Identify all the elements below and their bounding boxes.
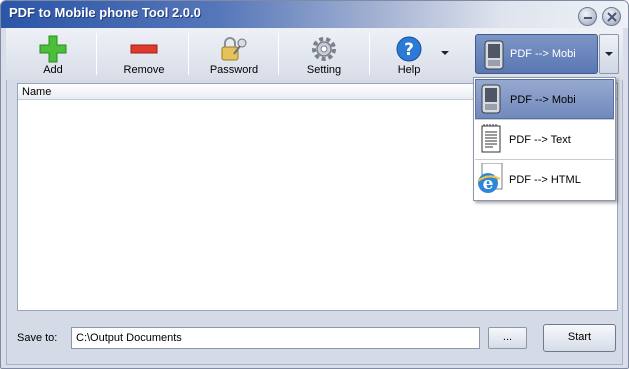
help-dropdown-arrow-icon[interactable] bbox=[441, 51, 449, 56]
save-to-path-input[interactable] bbox=[71, 327, 480, 349]
converter-dropdown-toggle[interactable] bbox=[599, 34, 619, 74]
window-title: PDF to Mobile phone Tool 2.0.0 bbox=[9, 5, 201, 20]
converter-selected-label: PDF --> Mobi bbox=[510, 48, 576, 60]
toolbar-separator bbox=[369, 33, 370, 75]
title-bar[interactable]: PDF to Mobile phone Tool 2.0.0 bbox=[1, 1, 628, 28]
minimize-button[interactable] bbox=[578, 7, 597, 26]
dropdown-item-text[interactable]: PDF --> Text bbox=[475, 120, 614, 160]
browse-button[interactable]: ... bbox=[488, 327, 527, 349]
setting-label: Setting bbox=[306, 64, 342, 76]
dropdown-item-label: PDF --> HTML bbox=[509, 174, 581, 186]
password-label: Password bbox=[209, 64, 259, 76]
setting-button[interactable]: Setting bbox=[296, 32, 352, 78]
phone-icon bbox=[484, 40, 504, 70]
ie-browser-icon: e bbox=[477, 163, 503, 194]
column-header-name[interactable]: Name bbox=[22, 86, 51, 98]
help-button[interactable]: ? Help bbox=[386, 32, 432, 78]
dropdown-item-html[interactable]: e PDF --> HTML bbox=[475, 160, 614, 200]
gear-icon bbox=[312, 37, 336, 61]
chevron-down-icon bbox=[605, 52, 613, 56]
remove-label: Remove bbox=[123, 64, 165, 76]
dropdown-item-label: PDF --> Mobi bbox=[510, 94, 576, 106]
converter-dropdown-menu: PDF --> Mobi PDF --> Text e PDF --> HTML bbox=[473, 77, 616, 201]
start-button[interactable]: Start bbox=[543, 324, 616, 352]
toolbar-separator bbox=[278, 33, 279, 75]
help-question-icon: ? bbox=[396, 36, 422, 62]
minimize-icon bbox=[584, 17, 592, 19]
add-button[interactable]: Add bbox=[28, 32, 78, 78]
remove-button[interactable]: Remove bbox=[116, 32, 172, 78]
add-plus-icon bbox=[39, 35, 67, 63]
text-document-icon bbox=[481, 124, 501, 153]
help-label: Help bbox=[397, 64, 421, 76]
toolbar-separator bbox=[188, 33, 189, 75]
dropdown-item-label: PDF --> Text bbox=[509, 134, 571, 146]
app-window: PDF to Mobile phone Tool 2.0.0 Add Remov… bbox=[0, 0, 629, 369]
svg-text:?: ? bbox=[404, 40, 414, 60]
converter-select-button[interactable]: PDF --> Mobi bbox=[475, 34, 598, 74]
toolbar-separator bbox=[96, 33, 97, 75]
phone-icon bbox=[481, 84, 501, 114]
password-button[interactable]: Password bbox=[204, 32, 264, 78]
save-to-label: Save to: bbox=[17, 332, 58, 344]
close-button[interactable] bbox=[602, 7, 621, 26]
lock-key-icon bbox=[221, 37, 247, 61]
close-icon bbox=[607, 12, 617, 22]
add-label: Add bbox=[43, 64, 63, 76]
dropdown-item-mobi[interactable]: PDF --> Mobi bbox=[475, 79, 614, 119]
remove-minus-icon bbox=[130, 44, 158, 54]
